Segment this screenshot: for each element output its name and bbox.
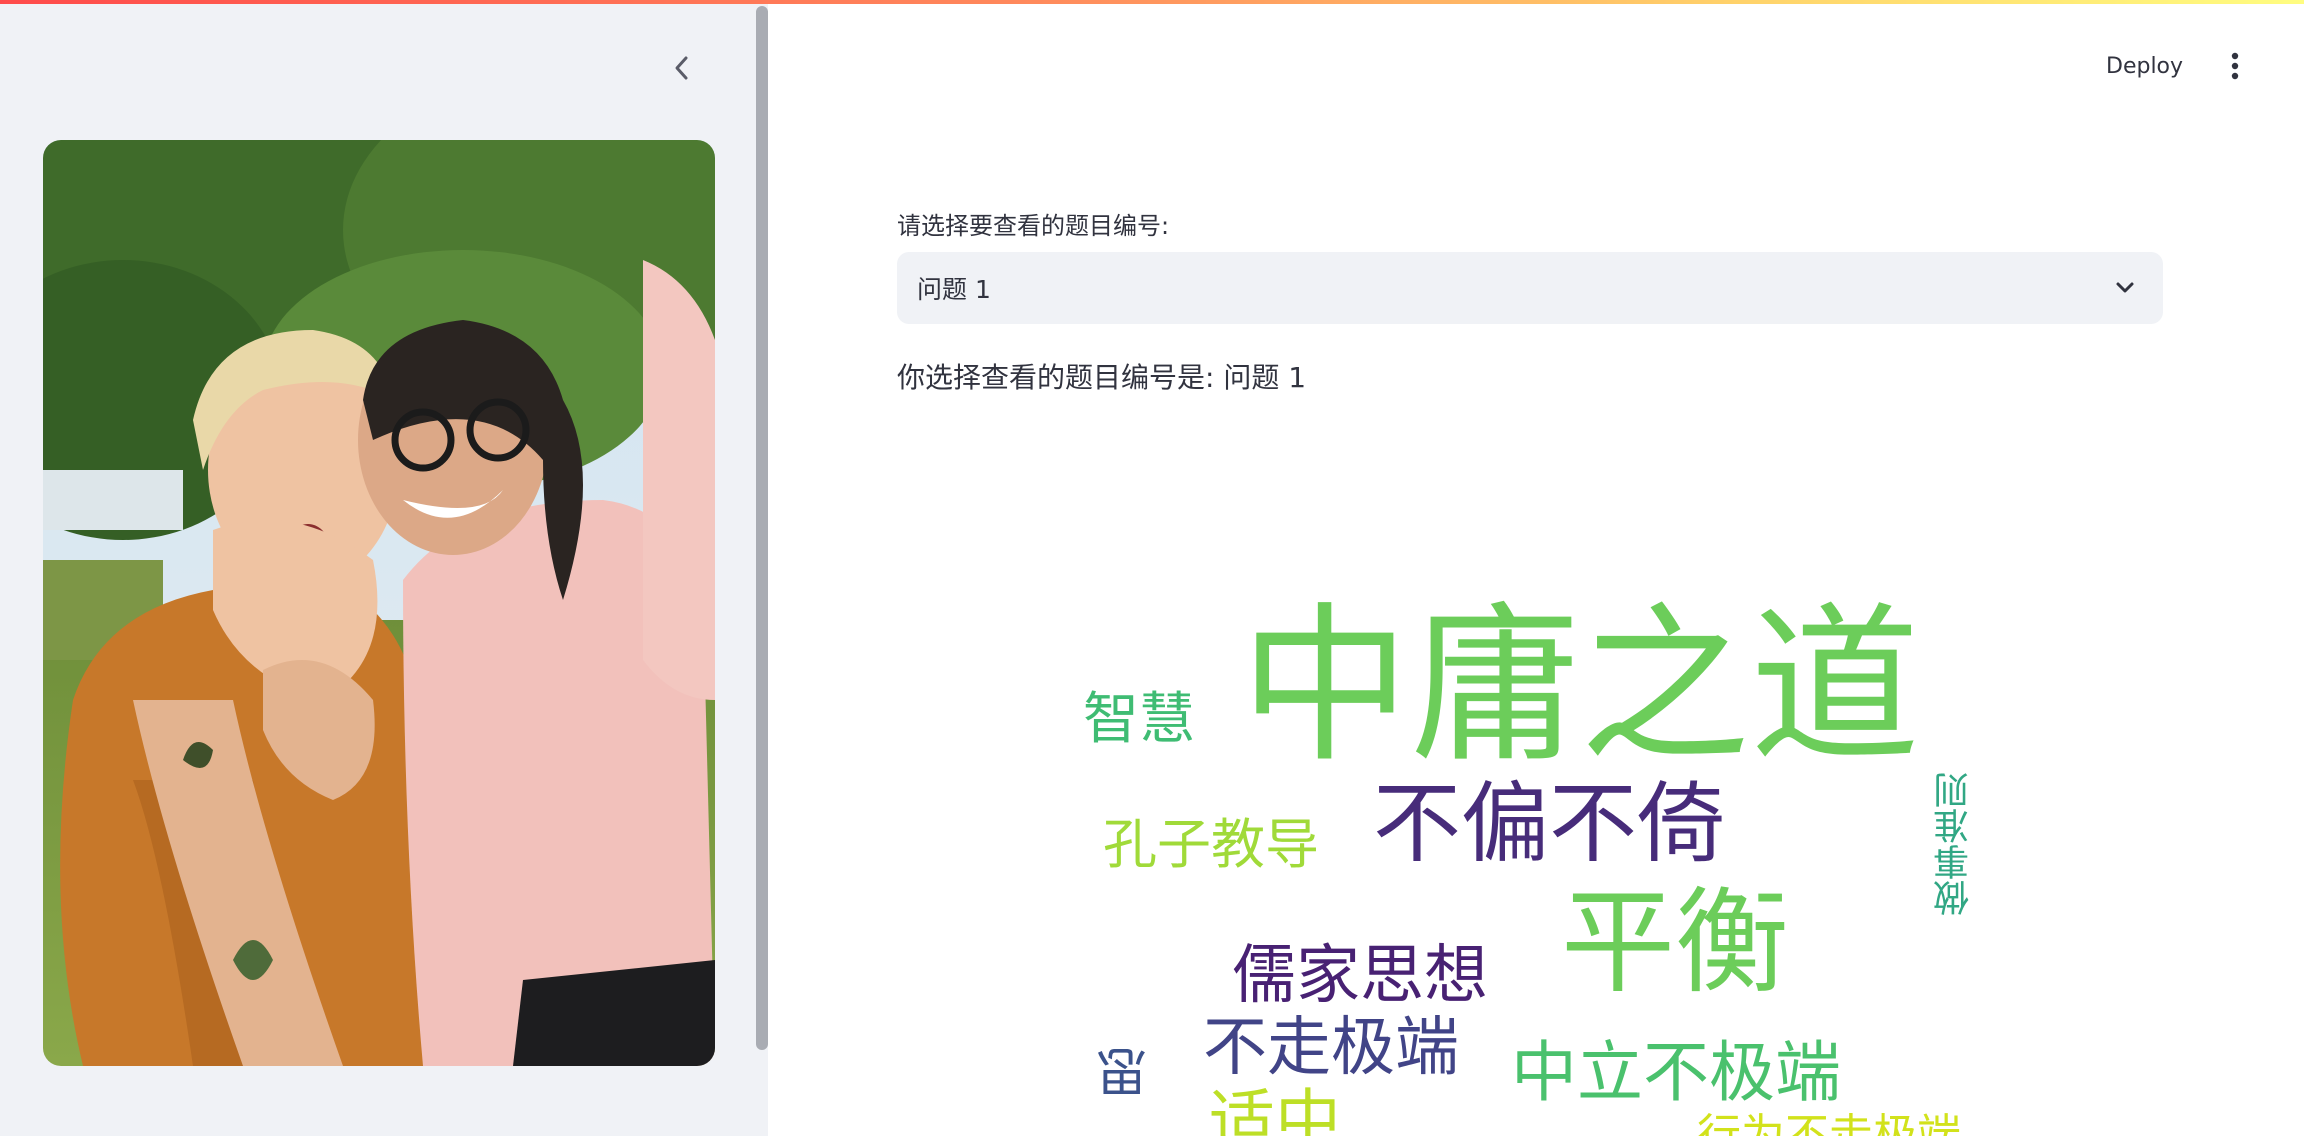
select-label: 请选择要查看的题目编号: [897, 212, 1170, 240]
wordcloud-word: 中立不极端 [1511, 1034, 1841, 1111]
sidebar-scrollbar[interactable] [756, 6, 768, 1050]
sidebar-photo [43, 140, 715, 1066]
word-cloud: 中庸之道 智慧 孔子教导 不偏不倚 做事准则 平衡 儒家思想 不走极端 中立不极… [897, 560, 2163, 1136]
main-content: 请选择要查看的题目编号: 问题 1 你选择查看的题目编号是: 问题 1 中庸之道… [897, 0, 2163, 1136]
wordcloud-word: 不走极端 [1203, 1011, 1459, 1085]
chevron-left-icon [675, 56, 688, 80]
vertical-dots-icon [2231, 52, 2239, 80]
wordcloud-word: 智慧 [1083, 687, 1195, 752]
collapse-sidebar-button[interactable] [664, 50, 700, 86]
wordcloud-word: 平衡 [1561, 876, 1790, 1009]
question-select[interactable]: 问题 1 [897, 252, 2163, 324]
wordcloud-word: 行为不走极端 [1697, 1110, 1961, 1136]
wordcloud-word: 孔子教导 [1103, 813, 1319, 876]
chevron-down-icon [2116, 282, 2134, 293]
main-menu-button[interactable] [2218, 44, 2252, 88]
wordcloud-word: 不偏不倚 [1373, 772, 1726, 875]
wordcloud-word: 儒家思想 [1232, 939, 1488, 1013]
select-value: 问题 1 [917, 275, 991, 304]
wordcloud-word: 中庸之道 [1240, 588, 1921, 786]
wordcloud-word: 做事准则 [1934, 772, 1975, 916]
selection-result-text: 你选择查看的题目编号是: 问题 1 [897, 361, 1307, 394]
wordcloud-word: 思 [1097, 1046, 1157, 1098]
sidebar [0, 0, 768, 1136]
top-decoration-bar [0, 0, 2304, 4]
wordcloud-word: 适中 [1209, 1082, 1341, 1136]
